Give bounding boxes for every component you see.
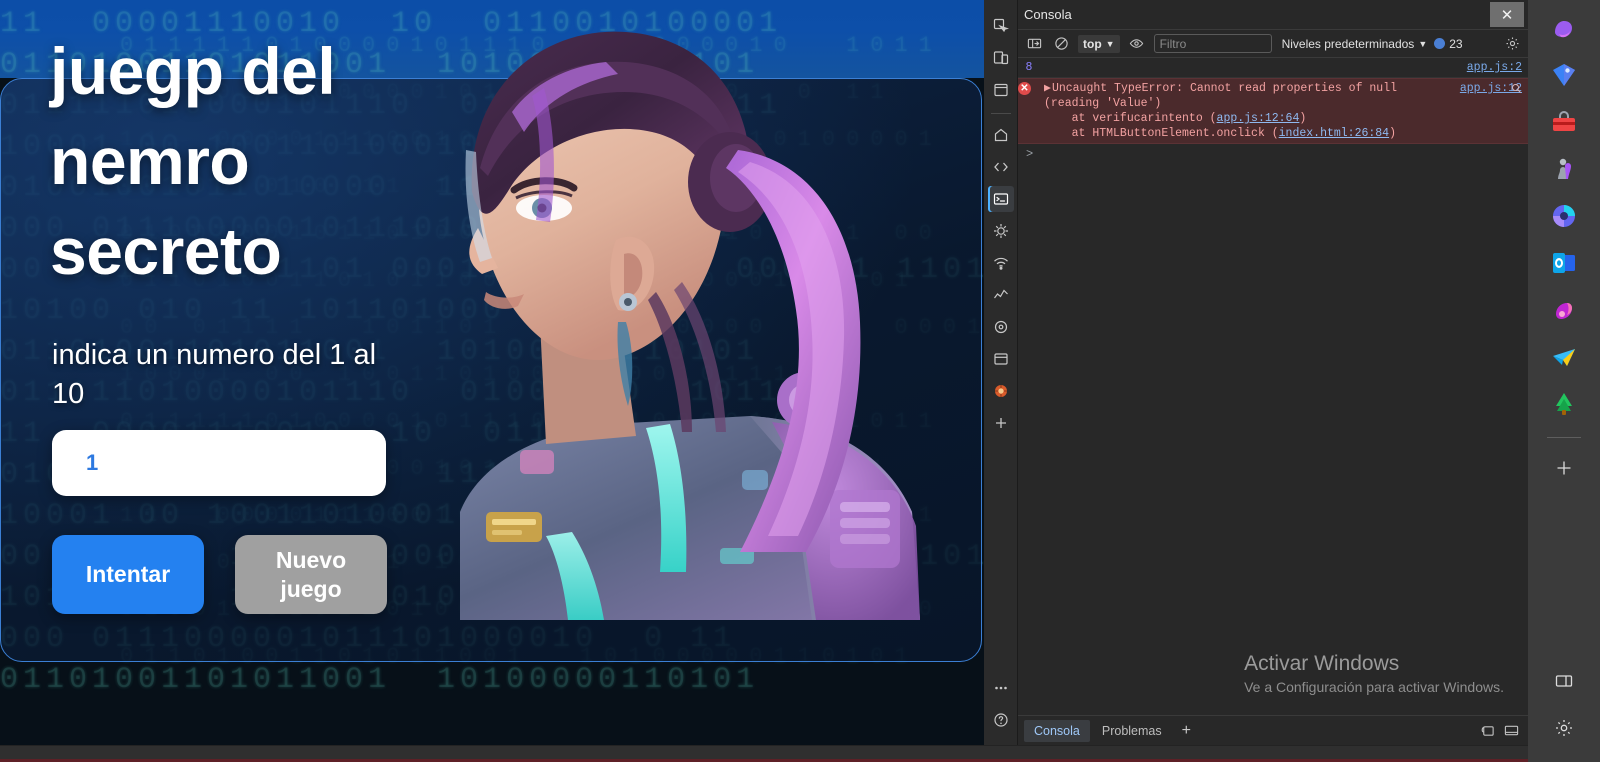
guess-number-input[interactable] bbox=[52, 430, 386, 496]
search-icon[interactable] bbox=[1511, 83, 1522, 99]
watermark-subtitle: Ve a Configuración para activar Windows. bbox=[1244, 679, 1504, 695]
stack-frame-link[interactable]: index.html:26:84 bbox=[1279, 127, 1389, 140]
console-message-list[interactable]: 8 app.js:2 ✕ ▶Uncaught TypeError: Cannot… bbox=[1018, 58, 1528, 715]
stack-frame-prefix: at HTMLButtonElement.onclick ( bbox=[1044, 127, 1279, 140]
add-panel-icon[interactable] bbox=[988, 410, 1014, 436]
console-panel-icon[interactable] bbox=[987, 186, 1014, 212]
stack-frame-suffix: ) bbox=[1389, 127, 1396, 140]
console-toolbar: top ▼ Niveles predeterminados ▼ 23 bbox=[1018, 30, 1528, 58]
devtools-console-panel: Consola ✕ top ▼ Niveles predeterminados … bbox=[1018, 0, 1528, 745]
console-log-row[interactable]: 8 app.js:2 bbox=[1018, 58, 1528, 78]
tree-app-icon[interactable] bbox=[1544, 384, 1584, 424]
console-error-row[interactable]: ✕ ▶Uncaught TypeError: Cannot read prope… bbox=[1018, 78, 1528, 144]
window-bottom-strip bbox=[0, 745, 1528, 762]
error-badge-wrap: ✕ bbox=[1018, 81, 1040, 95]
split-screen-icon[interactable] bbox=[1544, 661, 1584, 701]
log-value: 8 bbox=[1025, 61, 1033, 74]
network-icon[interactable] bbox=[988, 250, 1014, 276]
clear-console-icon[interactable] bbox=[1051, 34, 1071, 54]
screen: 11 00001110010 10 0110010100001 01101001… bbox=[0, 0, 1600, 762]
devtools-drawer-tabs: Consola Problemas + bbox=[1018, 715, 1528, 745]
windows-activation-watermark: Activar Windows Ve a Configuración para … bbox=[1244, 650, 1504, 697]
storage-icon[interactable] bbox=[988, 346, 1014, 372]
device-toolbar-icon[interactable] bbox=[988, 45, 1014, 71]
gear-icon[interactable] bbox=[1502, 34, 1522, 54]
inspect-element-icon[interactable] bbox=[988, 13, 1014, 39]
watermark-title: Activar Windows bbox=[1244, 652, 1400, 675]
close-icon[interactable]: ✕ bbox=[1490, 2, 1524, 27]
telegram-app-icon[interactable] bbox=[1544, 337, 1584, 377]
toolbox-app-icon[interactable] bbox=[1544, 102, 1584, 142]
outlook-app-icon[interactable] bbox=[1544, 243, 1584, 283]
stack-frame-prefix: at verifucarintento ( bbox=[1044, 112, 1217, 125]
new-game-button[interactable]: Nuevo juego bbox=[235, 535, 387, 614]
add-tab-icon[interactable]: + bbox=[1174, 720, 1199, 742]
home-icon[interactable] bbox=[988, 122, 1014, 148]
add-app-icon[interactable] bbox=[1544, 448, 1584, 488]
instruction-text: indica un numero del 1 al 10 bbox=[52, 339, 377, 410]
console-insights-icon[interactable] bbox=[1476, 720, 1498, 742]
try-button[interactable]: Intentar bbox=[52, 535, 204, 614]
log-levels-dropdown[interactable]: Niveles predeterminados ▼ bbox=[1282, 37, 1428, 51]
console-filter-input[interactable] bbox=[1153, 34, 1272, 53]
execution-context-dropdown[interactable]: top ▼ bbox=[1078, 34, 1120, 53]
memory-icon[interactable] bbox=[988, 314, 1014, 340]
tab-consola[interactable]: Consola bbox=[1024, 719, 1090, 742]
page-title: juegp del nemro secreto bbox=[50, 34, 336, 288]
dock-position-icon[interactable] bbox=[1500, 720, 1522, 742]
expand-arrow-icon[interactable]: ▶ bbox=[1044, 82, 1051, 95]
more-tools-icon[interactable] bbox=[988, 675, 1014, 701]
message-bubble-icon bbox=[1434, 38, 1446, 49]
rail-divider bbox=[990, 113, 1011, 114]
prompt-caret: > bbox=[1026, 147, 1034, 161]
games-app-icon[interactable] bbox=[1544, 149, 1584, 189]
devtools-titlebar: Consola ✕ bbox=[1018, 0, 1528, 30]
devtools-activity-rail bbox=[984, 0, 1018, 745]
message-count-badge[interactable]: 23 bbox=[1434, 36, 1463, 51]
shopping-tag-app-icon[interactable] bbox=[1544, 55, 1584, 95]
execution-context-label: top bbox=[1083, 36, 1102, 51]
help-icon[interactable] bbox=[988, 707, 1014, 733]
error-text: Uncaught TypeError: Cannot read properti… bbox=[1044, 82, 1404, 110]
chevron-down-icon: ▼ bbox=[1105, 38, 1115, 49]
devtools-window-title: Consola bbox=[1024, 7, 1072, 22]
log-levels-label: Niveles predeterminados bbox=[1281, 36, 1415, 51]
tab-problemas[interactable]: Problemas bbox=[1092, 720, 1172, 742]
stack-frame-suffix: ) bbox=[1299, 112, 1307, 125]
edge-app-sidebar bbox=[1528, 0, 1600, 762]
elements-code-icon[interactable] bbox=[988, 154, 1014, 180]
performance-icon[interactable] bbox=[988, 282, 1014, 308]
log-source-link[interactable]: app.js:2 bbox=[1459, 60, 1522, 75]
sidebar-toggle-icon[interactable] bbox=[1024, 34, 1044, 54]
media-app-icon[interactable] bbox=[1544, 290, 1584, 330]
microsoft-365-app-icon[interactable] bbox=[1544, 196, 1584, 236]
console-prompt-row[interactable]: > bbox=[1018, 144, 1528, 164]
app-rail-divider bbox=[1547, 437, 1581, 438]
sources-debug-icon[interactable] bbox=[988, 218, 1014, 244]
message-count-label: 23 bbox=[1449, 36, 1463, 51]
lighthouse-icon[interactable] bbox=[988, 378, 1014, 404]
live-expression-eye-icon[interactable] bbox=[1127, 34, 1147, 54]
error-icon: ✕ bbox=[1018, 82, 1031, 95]
stack-frame-link[interactable]: app.js:12:64 bbox=[1217, 112, 1300, 125]
copilot-app-icon[interactable] bbox=[1544, 8, 1584, 48]
chevron-down-icon: ▼ bbox=[1418, 38, 1428, 49]
error-message-block: ▶Uncaught TypeError: Cannot read propert… bbox=[1040, 81, 1452, 141]
browser-page-viewport: 11 00001110010 10 0110010100001 01101001… bbox=[0, 0, 984, 745]
application-panel-icon[interactable] bbox=[988, 77, 1014, 103]
settings-gear-icon[interactable] bbox=[1544, 708, 1584, 748]
